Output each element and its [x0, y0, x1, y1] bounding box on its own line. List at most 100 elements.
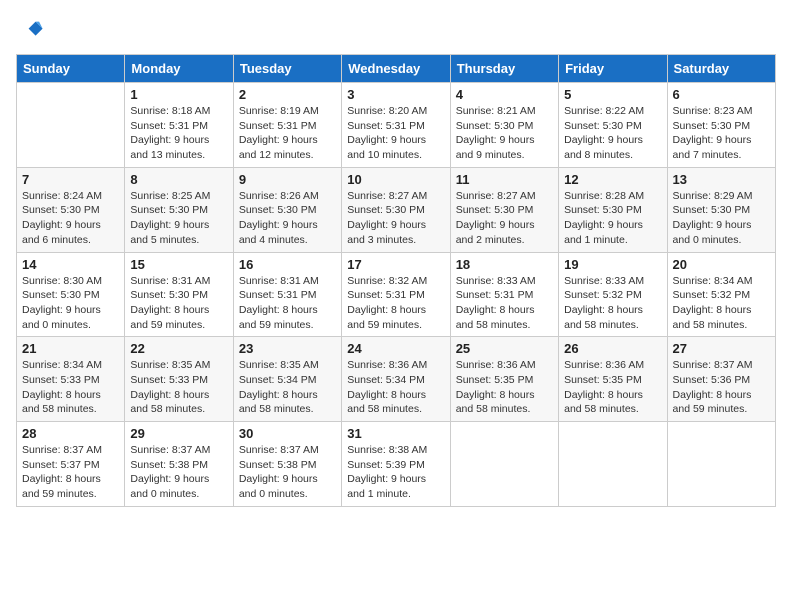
calendar-week-2: 7Sunrise: 8:24 AMSunset: 5:30 PMDaylight… — [17, 167, 776, 252]
calendar-cell — [667, 422, 775, 507]
day-info: Sunrise: 8:33 AMSunset: 5:31 PMDaylight:… — [456, 274, 553, 333]
day-info: Sunrise: 8:37 AMSunset: 5:38 PMDaylight:… — [130, 443, 227, 502]
day-number: 1 — [130, 87, 227, 102]
day-number: 11 — [456, 172, 553, 187]
day-number: 29 — [130, 426, 227, 441]
day-number: 17 — [347, 257, 444, 272]
day-info: Sunrise: 8:34 AMSunset: 5:33 PMDaylight:… — [22, 358, 119, 417]
calendar-cell: 7Sunrise: 8:24 AMSunset: 5:30 PMDaylight… — [17, 167, 125, 252]
calendar-cell: 9Sunrise: 8:26 AMSunset: 5:30 PMDaylight… — [233, 167, 341, 252]
logo-icon — [16, 16, 44, 44]
day-number: 24 — [347, 341, 444, 356]
day-number: 13 — [673, 172, 770, 187]
day-number: 14 — [22, 257, 119, 272]
calendar-cell: 14 Sunrise: 8:30 AMSunset: 5:30 PMDayligh… — [17, 252, 125, 337]
calendar-cell: 30 Sunrise: 8:37 AMSunset: 5:38 PMDayligh… — [233, 422, 341, 507]
day-number: 16 — [239, 257, 336, 272]
day-info: Sunrise: 8:27 AMSunset: 5:30 PMDaylight:… — [347, 189, 444, 248]
calendar-cell: 12 Sunrise: 8:28 AMSunset: 5:30 PMDayligh… — [559, 167, 667, 252]
day-number: 4 — [456, 87, 553, 102]
day-number: 5 — [564, 87, 661, 102]
day-number: 22 — [130, 341, 227, 356]
day-number: 3 — [347, 87, 444, 102]
day-info: Sunrise: 8:35 AMSunset: 5:34 PMDaylight:… — [239, 358, 336, 417]
weekday-header-tuesday: Tuesday — [233, 55, 341, 83]
day-info: Sunrise: 8:21 AMSunset: 5:30 PMDaylight:… — [456, 104, 553, 163]
calendar-cell: 28 Sunrise: 8:37 AMSunset: 5:37 PMDayligh… — [17, 422, 125, 507]
day-info: Sunrise: 8:22 AMSunset: 5:30 PMDaylight:… — [564, 104, 661, 163]
calendar-header-row: SundayMondayTuesdayWednesdayThursdayFrid… — [17, 55, 776, 83]
calendar-cell: 4 Sunrise: 8:21 AMSunset: 5:30 PMDaylight… — [450, 83, 558, 168]
day-number: 30 — [239, 426, 336, 441]
calendar-cell: 2 Sunrise: 8:19 AMSunset: 5:31 PMDaylight… — [233, 83, 341, 168]
day-number: 25 — [456, 341, 553, 356]
day-number: 27 — [673, 341, 770, 356]
calendar-cell: 31Sunrise: 8:38 AMSunset: 5:39 PMDayligh… — [342, 422, 450, 507]
day-info: Sunrise: 8:19 AMSunset: 5:31 PMDaylight:… — [239, 104, 336, 163]
calendar-body: 1 Sunrise: 8:18 AMSunset: 5:31 PMDaylight… — [17, 83, 776, 507]
day-info: Sunrise: 8:30 AMSunset: 5:30 PMDaylight:… — [22, 274, 119, 333]
calendar-cell: 29 Sunrise: 8:37 AMSunset: 5:38 PMDayligh… — [125, 422, 233, 507]
day-info: Sunrise: 8:18 AMSunset: 5:31 PMDaylight:… — [130, 104, 227, 163]
calendar-cell: 21 Sunrise: 8:34 AMSunset: 5:33 PMDayligh… — [17, 337, 125, 422]
day-number: 21 — [22, 341, 119, 356]
day-number: 31 — [347, 426, 444, 441]
day-number: 28 — [22, 426, 119, 441]
day-info: Sunrise: 8:27 AMSunset: 5:30 PMDaylight:… — [456, 189, 553, 248]
day-number: 6 — [673, 87, 770, 102]
day-info: Sunrise: 8:31 AMSunset: 5:31 PMDaylight:… — [239, 274, 336, 333]
calendar-cell: 5 Sunrise: 8:22 AMSunset: 5:30 PMDaylight… — [559, 83, 667, 168]
day-info: Sunrise: 8:37 AMSunset: 5:38 PMDaylight:… — [239, 443, 336, 502]
calendar-cell: 27 Sunrise: 8:37 AMSunset: 5:36 PMDayligh… — [667, 337, 775, 422]
day-info: Sunrise: 8:32 AMSunset: 5:31 PMDaylight:… — [347, 274, 444, 333]
weekday-header-monday: Monday — [125, 55, 233, 83]
calendar-cell: 18 Sunrise: 8:33 AMSunset: 5:31 PMDayligh… — [450, 252, 558, 337]
calendar-cell — [450, 422, 558, 507]
calendar-cell: 26 Sunrise: 8:36 AMSunset: 5:35 PMDayligh… — [559, 337, 667, 422]
day-info: Sunrise: 8:36 AMSunset: 5:34 PMDaylight:… — [347, 358, 444, 417]
day-number: 23 — [239, 341, 336, 356]
page-header — [16, 16, 776, 44]
day-info: Sunrise: 8:25 AMSunset: 5:30 PMDaylight:… — [130, 189, 227, 248]
calendar-week-3: 14 Sunrise: 8:30 AMSunset: 5:30 PMDayligh… — [17, 252, 776, 337]
day-info: Sunrise: 8:23 AMSunset: 5:30 PMDaylight:… — [673, 104, 770, 163]
day-number: 26 — [564, 341, 661, 356]
calendar-cell: 24 Sunrise: 8:36 AMSunset: 5:34 PMDayligh… — [342, 337, 450, 422]
weekday-header-saturday: Saturday — [667, 55, 775, 83]
day-info: Sunrise: 8:33 AMSunset: 5:32 PMDaylight:… — [564, 274, 661, 333]
calendar-table: SundayMondayTuesdayWednesdayThursdayFrid… — [16, 54, 776, 507]
day-info: Sunrise: 8:28 AMSunset: 5:30 PMDaylight:… — [564, 189, 661, 248]
calendar-cell: 16 Sunrise: 8:31 AMSunset: 5:31 PMDayligh… — [233, 252, 341, 337]
calendar-cell: 23 Sunrise: 8:35 AMSunset: 5:34 PMDayligh… — [233, 337, 341, 422]
logo — [16, 16, 48, 44]
calendar-cell: 1 Sunrise: 8:18 AMSunset: 5:31 PMDaylight… — [125, 83, 233, 168]
calendar-cell: 22Sunrise: 8:35 AMSunset: 5:33 PMDayligh… — [125, 337, 233, 422]
day-info: Sunrise: 8:36 AMSunset: 5:35 PMDaylight:… — [456, 358, 553, 417]
day-info: Sunrise: 8:20 AMSunset: 5:31 PMDaylight:… — [347, 104, 444, 163]
calendar-cell: 10 Sunrise: 8:27 AMSunset: 5:30 PMDayligh… — [342, 167, 450, 252]
calendar-cell: 20Sunrise: 8:34 AMSunset: 5:32 PMDayligh… — [667, 252, 775, 337]
day-info: Sunrise: 8:24 AMSunset: 5:30 PMDaylight:… — [22, 189, 119, 248]
day-info: Sunrise: 8:31 AMSunset: 5:30 PMDaylight:… — [130, 274, 227, 333]
calendar-cell: 13 Sunrise: 8:29 AMSunset: 5:30 PMDayligh… — [667, 167, 775, 252]
calendar-cell: 3 Sunrise: 8:20 AMSunset: 5:31 PMDaylight… — [342, 83, 450, 168]
day-number: 2 — [239, 87, 336, 102]
day-number: 12 — [564, 172, 661, 187]
day-info: Sunrise: 8:37 AMSunset: 5:37 PMDaylight:… — [22, 443, 119, 502]
calendar-cell: 6 Sunrise: 8:23 AMSunset: 5:30 PMDaylight… — [667, 83, 775, 168]
calendar-cell: 11 Sunrise: 8:27 AMSunset: 5:30 PMDayligh… — [450, 167, 558, 252]
weekday-header-friday: Friday — [559, 55, 667, 83]
day-info: Sunrise: 8:37 AMSunset: 5:36 PMDaylight:… — [673, 358, 770, 417]
day-number: 8 — [130, 172, 227, 187]
day-number: 18 — [456, 257, 553, 272]
calendar-cell: 25 Sunrise: 8:36 AMSunset: 5:35 PMDayligh… — [450, 337, 558, 422]
calendar-cell: 15Sunrise: 8:31 AMSunset: 5:30 PMDayligh… — [125, 252, 233, 337]
calendar-cell — [559, 422, 667, 507]
day-info: Sunrise: 8:29 AMSunset: 5:30 PMDaylight:… — [673, 189, 770, 248]
calendar-week-1: 1 Sunrise: 8:18 AMSunset: 5:31 PMDaylight… — [17, 83, 776, 168]
day-info: Sunrise: 8:36 AMSunset: 5:35 PMDaylight:… — [564, 358, 661, 417]
day-info: Sunrise: 8:26 AMSunset: 5:30 PMDaylight:… — [239, 189, 336, 248]
calendar-cell: 19Sunrise: 8:33 AMSunset: 5:32 PMDayligh… — [559, 252, 667, 337]
day-number: 10 — [347, 172, 444, 187]
calendar-week-5: 28 Sunrise: 8:37 AMSunset: 5:37 PMDayligh… — [17, 422, 776, 507]
